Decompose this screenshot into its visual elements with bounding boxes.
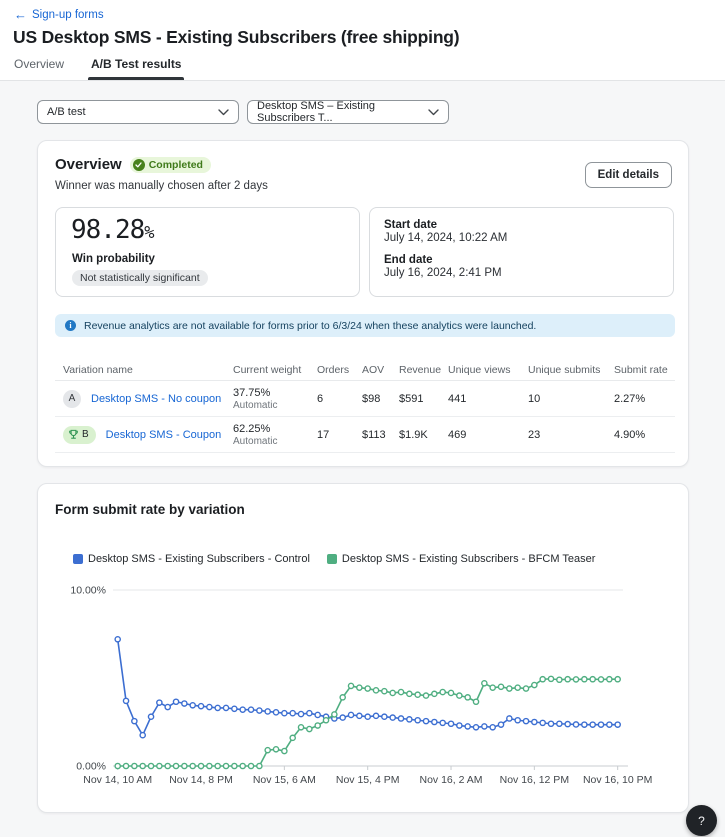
end-date-value: July 16, 2024, 2:41 PM [384,267,502,279]
chevron-down-icon [218,109,229,116]
test-type-dropdown[interactable]: A/B test [37,100,239,124]
variation-a-link[interactable]: Desktop SMS - No coupon [91,393,221,405]
tab-bar: Overview A/B Test results [14,57,181,79]
back-link-signup-forms[interactable]: ← Sign-up forms [14,8,104,21]
orders-value: 6 [317,393,362,405]
svg-text:Nov 16, 10 PM: Nov 16, 10 PM [583,774,652,786]
unique-views-value: 469 [448,429,528,441]
page-content: A/B test Desktop SMS – Existing Subscrib… [0,81,725,837]
svg-text:Nov 16, 12 PM: Nov 16, 12 PM [500,774,569,786]
orders-value: 17 [317,429,362,441]
col-orders: Orders [317,364,362,376]
svg-text:10.00%: 10.00% [70,585,106,597]
tab-ab-test-results[interactable]: A/B Test results [91,57,181,79]
col-submit-rate: Submit rate [614,364,675,376]
win-probability-box: 98.28% Win probability Not statistically… [55,207,360,297]
svg-text:0.00%: 0.00% [76,761,106,773]
page-header: ← Sign-up forms US Desktop SMS - Existin… [0,0,725,81]
revenue-value: $1.9K [399,429,448,441]
col-unique-submits: Unique submits [528,364,614,376]
significance-badge: Not statistically significant [72,270,208,286]
back-arrow-icon: ← [14,8,27,21]
start-date-label: Start date [384,219,507,231]
win-probability-value: 98.28% [71,215,154,245]
status-badge-label: Completed [149,159,203,171]
info-banner-text: Revenue analytics are not available for … [84,320,536,332]
variation-b-letter: B [82,429,89,440]
start-date-value: July 14, 2024, 10:22 AM [384,232,507,244]
trophy-icon [68,429,79,440]
revenue-info-banner: i Revenue analytics are not available fo… [55,314,675,337]
weight-value: 62.25% [233,423,317,435]
submit-rate-value: 2.27% [614,393,675,405]
table-row-variation-a: A Desktop SMS - No coupon 37.75% Automat… [55,381,675,417]
edit-details-button[interactable]: Edit details [585,162,672,188]
unique-views-value: 441 [448,393,528,405]
variation-b-winner-badge: B [63,426,96,444]
table-row-variation-b: B Desktop SMS - Coupon 62.25% Automatic … [55,417,675,453]
unique-submits-value: 23 [528,429,614,441]
weight-mode: Automatic [233,400,317,411]
table-header-row: Variation name Current weight Orders AOV… [55,359,675,381]
svg-text:Nov 15, 4 PM: Nov 15, 4 PM [336,774,400,786]
test-type-value: A/B test [47,106,86,118]
back-link-label: Sign-up forms [32,9,104,21]
form-select-dropdown[interactable]: Desktop SMS – Existing Subscribers T... [247,100,449,124]
variations-table: Variation name Current weight Orders AOV… [55,359,675,453]
weight-value: 37.75% [233,387,317,399]
info-icon: i [65,320,76,331]
winner-subtitle: Winner was manually chosen after 2 days [55,180,268,192]
tab-overview[interactable]: Overview [14,57,64,79]
revenue-value: $591 [399,393,448,405]
page-title: US Desktop SMS - Existing Subscribers (f… [13,27,459,48]
overview-card: Overview Completed Winner was manually c… [37,140,689,467]
checkmark-icon [133,159,145,171]
help-button[interactable]: ? [686,805,717,836]
variation-b-link[interactable]: Desktop SMS - Coupon [106,429,222,441]
end-date-label: End date [384,254,502,266]
weight-mode: Automatic [233,436,317,447]
win-probability-label: Win probability [72,253,155,265]
svg-text:Nov 16, 2 AM: Nov 16, 2 AM [420,774,483,786]
svg-text:Nov 15, 6 AM: Nov 15, 6 AM [253,774,316,786]
col-current-weight: Current weight [233,364,317,376]
submit-rate-line-chart: Nov 14, 10 AM Nov 14, 8 PM Nov 15, 6 AM Nov… [38,484,690,814]
aov-value: $98 [362,393,399,405]
variation-a-badge: A [63,390,81,408]
overview-card-title: Overview [55,156,122,173]
dates-box: Start date July 14, 2024, 10:22 AM End d… [369,207,674,297]
submit-rate-value: 4.90% [614,429,675,441]
col-aov: AOV [362,364,399,376]
form-select-value: Desktop SMS – Existing Subscribers T... [257,100,428,124]
unique-submits-value: 10 [528,393,614,405]
col-variation-name: Variation name [63,364,233,376]
svg-text:Nov 14, 10 AM: Nov 14, 10 AM [83,774,152,786]
svg-text:Nov 14, 8 PM: Nov 14, 8 PM [169,774,233,786]
status-badge-completed: Completed [130,157,211,173]
col-revenue: Revenue [399,364,448,376]
col-unique-views: Unique views [448,364,528,376]
aov-value: $113 [362,429,399,441]
submit-rate-chart-card: Form submit rate by variation Desktop SM… [37,483,689,813]
chevron-down-icon [428,109,439,116]
